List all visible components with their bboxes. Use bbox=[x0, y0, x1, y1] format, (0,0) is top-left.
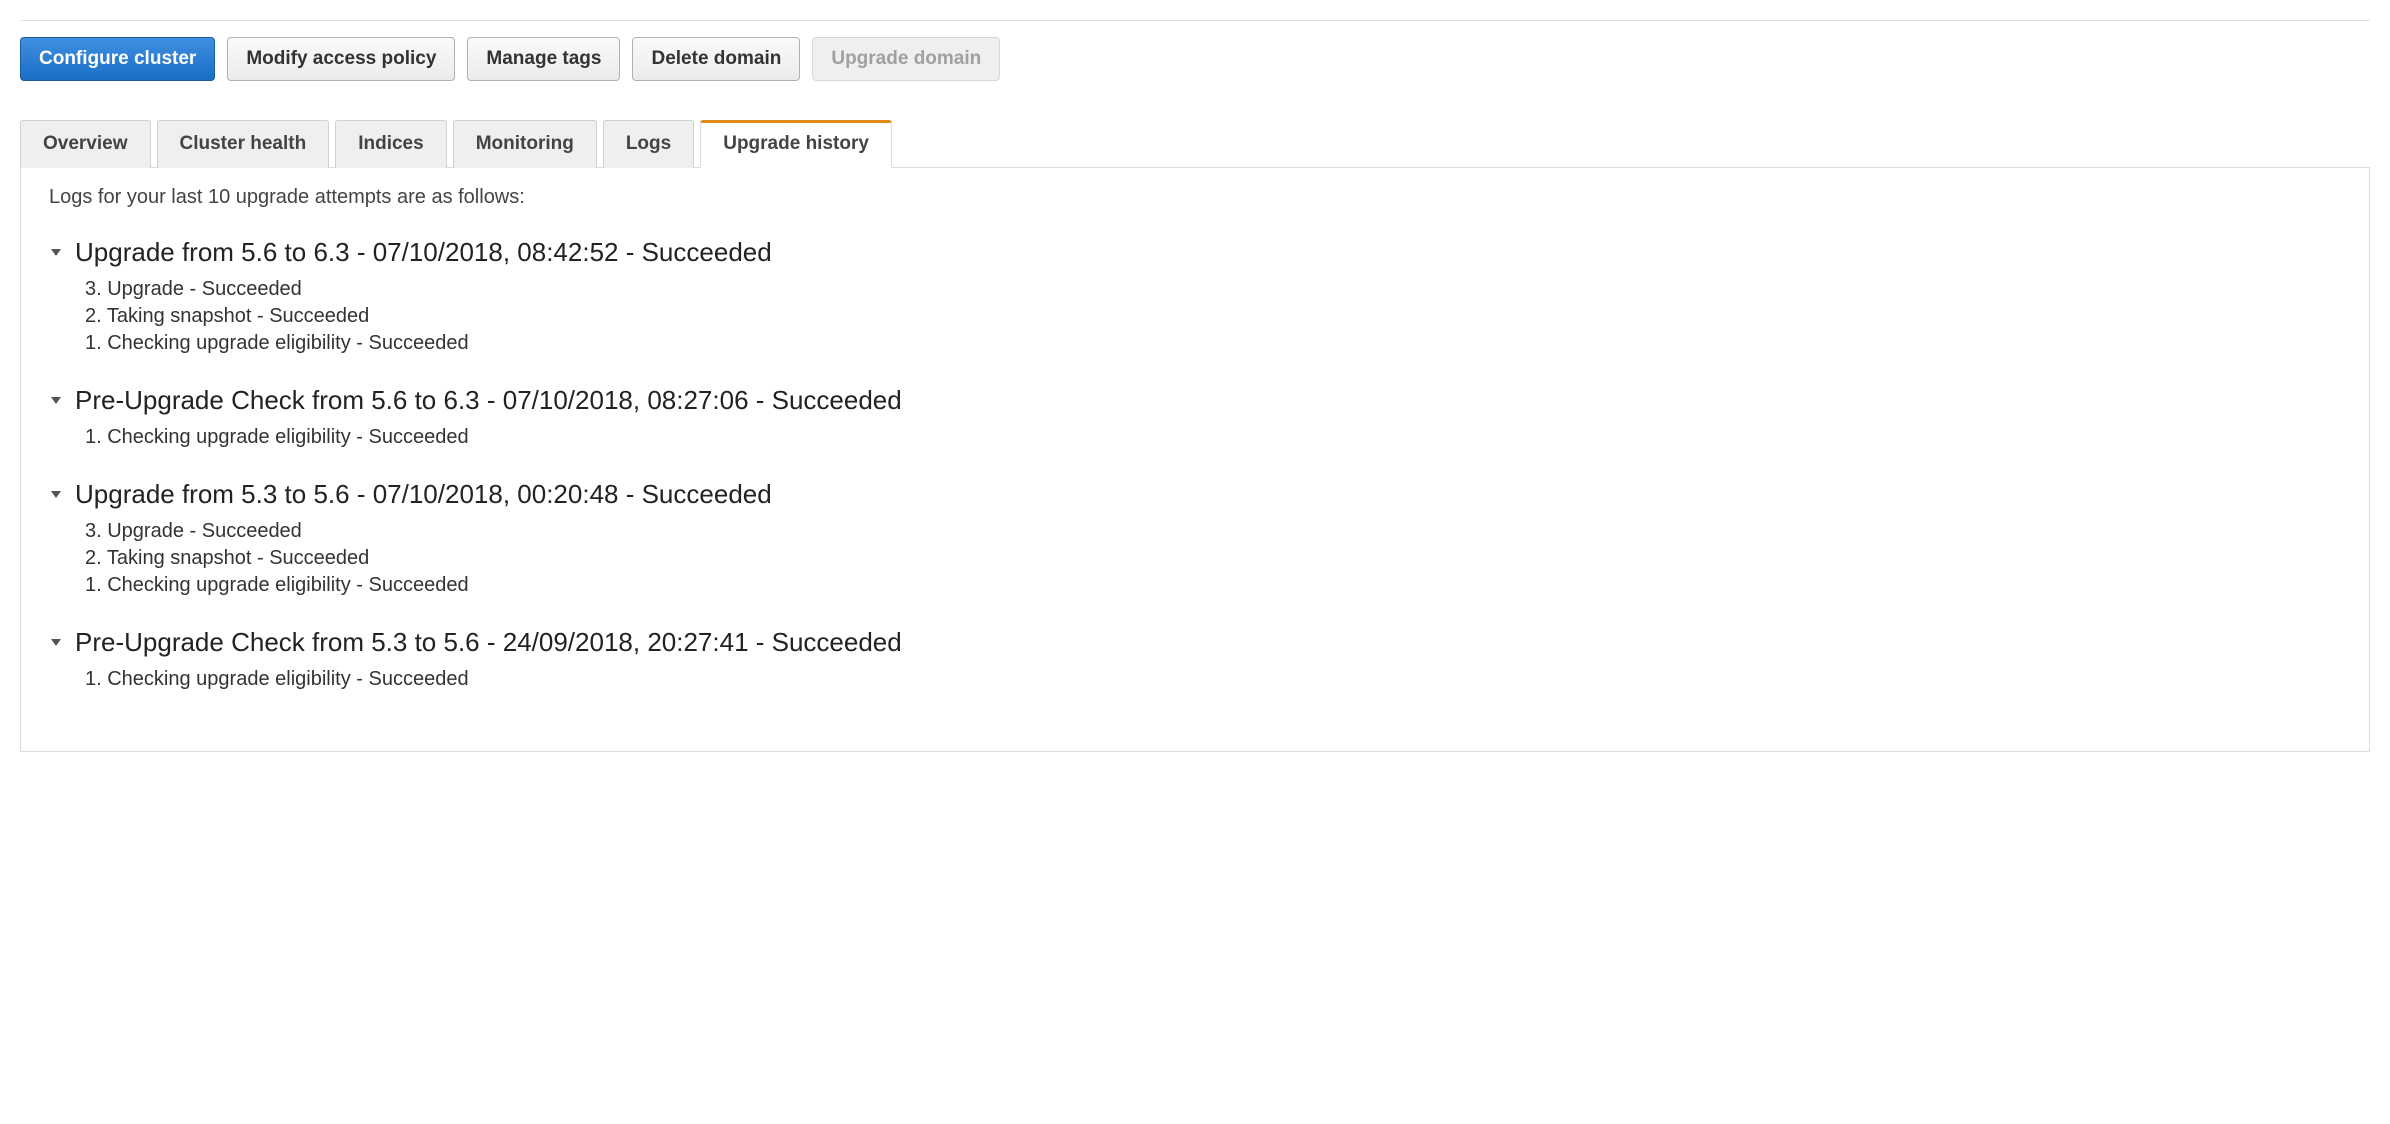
upgrade-step: 2. Taking snapshot - Succeeded bbox=[85, 547, 2341, 570]
upgrade-attempt-steps: 3. Upgrade - Succeeded 2. Taking snapshot… bbox=[85, 520, 2341, 597]
upgrade-attempt-header[interactable]: Pre-Upgrade Check from 5.3 to 5.6 - 24/0… bbox=[49, 627, 2341, 658]
upgrade-attempt-title: Pre-Upgrade Check from 5.3 to 5.6 - 24/0… bbox=[75, 627, 902, 658]
upgrade-attempt-steps: 1. Checking upgrade eligibility - Succee… bbox=[85, 668, 2341, 691]
intro-text: Logs for your last 10 upgrade attempts a… bbox=[49, 186, 2341, 209]
tab-upgrade-history[interactable]: Upgrade history bbox=[700, 120, 892, 168]
tab-monitoring[interactable]: Monitoring bbox=[453, 120, 597, 168]
upgrade-attempt-title: Upgrade from 5.3 to 5.6 - 07/10/2018, 00… bbox=[75, 479, 772, 510]
tab-cluster-health[interactable]: Cluster health bbox=[157, 120, 330, 168]
tab-logs[interactable]: Logs bbox=[603, 120, 694, 168]
upgrade-attempt-header[interactable]: Pre-Upgrade Check from 5.6 to 6.3 - 07/1… bbox=[49, 385, 2341, 416]
upgrade-attempt: Pre-Upgrade Check from 5.6 to 6.3 - 07/1… bbox=[49, 385, 2341, 449]
caret-down-icon bbox=[51, 639, 61, 646]
upgrade-history-panel: Logs for your last 10 upgrade attempts a… bbox=[20, 168, 2370, 752]
upgrade-attempt: Upgrade from 5.3 to 5.6 - 07/10/2018, 00… bbox=[49, 479, 2341, 597]
upgrade-attempt-steps: 1. Checking upgrade eligibility - Succee… bbox=[85, 426, 2341, 449]
manage-tags-button[interactable]: Manage tags bbox=[467, 37, 620, 81]
upgrade-attempt: Pre-Upgrade Check from 5.3 to 5.6 - 24/0… bbox=[49, 627, 2341, 691]
upgrade-attempts-list: Upgrade from 5.6 to 6.3 - 07/10/2018, 08… bbox=[49, 237, 2341, 691]
upgrade-step: 1. Checking upgrade eligibility - Succee… bbox=[85, 426, 2341, 449]
modify-access-policy-button[interactable]: Modify access policy bbox=[227, 37, 455, 81]
caret-down-icon bbox=[51, 249, 61, 256]
upgrade-step: 1. Checking upgrade eligibility - Succee… bbox=[85, 574, 2341, 597]
caret-down-icon bbox=[51, 397, 61, 404]
upgrade-attempt-steps: 3. Upgrade - Succeeded 2. Taking snapshot… bbox=[85, 278, 2341, 355]
upgrade-step: 1. Checking upgrade eligibility - Succee… bbox=[85, 668, 2341, 691]
action-button-row: Configure cluster Modify access policy M… bbox=[20, 37, 2370, 81]
upgrade-attempt-header[interactable]: Upgrade from 5.3 to 5.6 - 07/10/2018, 00… bbox=[49, 479, 2341, 510]
upgrade-attempt-header[interactable]: Upgrade from 5.6 to 6.3 - 07/10/2018, 08… bbox=[49, 237, 2341, 268]
tab-bar: Overview Cluster health Indices Monitori… bbox=[20, 119, 2370, 168]
delete-domain-button[interactable]: Delete domain bbox=[632, 37, 800, 81]
upgrade-step: 3. Upgrade - Succeeded bbox=[85, 520, 2341, 543]
tab-overview[interactable]: Overview bbox=[20, 120, 151, 168]
upgrade-step: 1. Checking upgrade eligibility - Succee… bbox=[85, 332, 2341, 355]
upgrade-domain-button: Upgrade domain bbox=[812, 37, 1000, 81]
upgrade-attempt-title: Upgrade from 5.6 to 6.3 - 07/10/2018, 08… bbox=[75, 237, 772, 268]
upgrade-attempt: Upgrade from 5.6 to 6.3 - 07/10/2018, 08… bbox=[49, 237, 2341, 355]
upgrade-step: 3. Upgrade - Succeeded bbox=[85, 278, 2341, 301]
tab-indices[interactable]: Indices bbox=[335, 120, 446, 168]
upgrade-attempt-title: Pre-Upgrade Check from 5.6 to 6.3 - 07/1… bbox=[75, 385, 902, 416]
configure-cluster-button[interactable]: Configure cluster bbox=[20, 37, 215, 81]
upgrade-step: 2. Taking snapshot - Succeeded bbox=[85, 305, 2341, 328]
caret-down-icon bbox=[51, 491, 61, 498]
